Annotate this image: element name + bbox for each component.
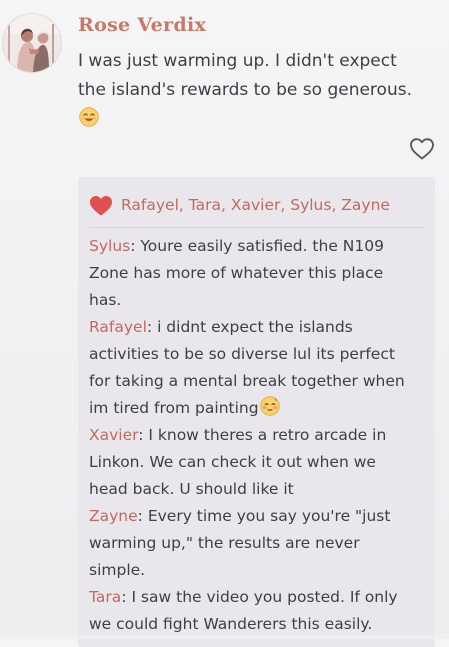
divider (89, 227, 425, 228)
comment-item[interactable]: Zayne: Every time you say you're "just w… (89, 503, 409, 584)
likes-row[interactable]: Rafayel, Tara, Xavier, Sylus, Zayne (89, 192, 390, 218)
comment-author[interactable]: Zayne (89, 507, 138, 525)
comment-author[interactable]: Sylus (89, 237, 130, 255)
interaction-panel: Rafayel, Tara, Xavier, Sylus, Zayne Sylu… (78, 177, 435, 647)
heart-filled-icon (90, 195, 112, 215)
likes-names: Rafayel, Tara, Xavier, Sylus, Zayne (121, 196, 390, 214)
blushing-emoji-icon (259, 396, 280, 416)
avatar-photo (3, 14, 61, 72)
comment-item[interactable]: Tara: I saw the video you posted. If onl… (89, 584, 409, 638)
comment-author[interactable]: Rafayel (89, 318, 147, 336)
post-text: I was just warming up. I didn't expect t… (78, 47, 423, 134)
comment-item[interactable]: Sylus: Youre easily satisfied. the N109 … (89, 233, 409, 314)
avatar[interactable] (3, 14, 61, 72)
scroll-fade (0, 631, 449, 639)
like-button[interactable] (409, 137, 435, 161)
comment-author[interactable]: Xavier (89, 426, 138, 444)
comment-item[interactable]: Rafayel: i didnt expect the islands acti… (89, 314, 409, 422)
comment-text: I saw the video you posted. If only we c… (89, 588, 398, 633)
comment-list: Sylus: Youre easily satisfied. the N109 … (89, 233, 409, 638)
heart-outline-icon (410, 138, 434, 160)
author-name[interactable]: Rose Verdix (78, 14, 206, 36)
laughing-emoji-icon (79, 107, 99, 127)
post-text-content: I was just warming up. I didn't expect t… (78, 51, 412, 100)
comment-author[interactable]: Tara (89, 588, 121, 606)
comment-text: Youre easily satisfied. the N109 Zone ha… (89, 237, 384, 309)
comment-item[interactable]: Xavier: I know theres a retro arcade in … (89, 422, 409, 503)
moment-post: Rose Verdix I was just warming up. I did… (0, 0, 449, 647)
